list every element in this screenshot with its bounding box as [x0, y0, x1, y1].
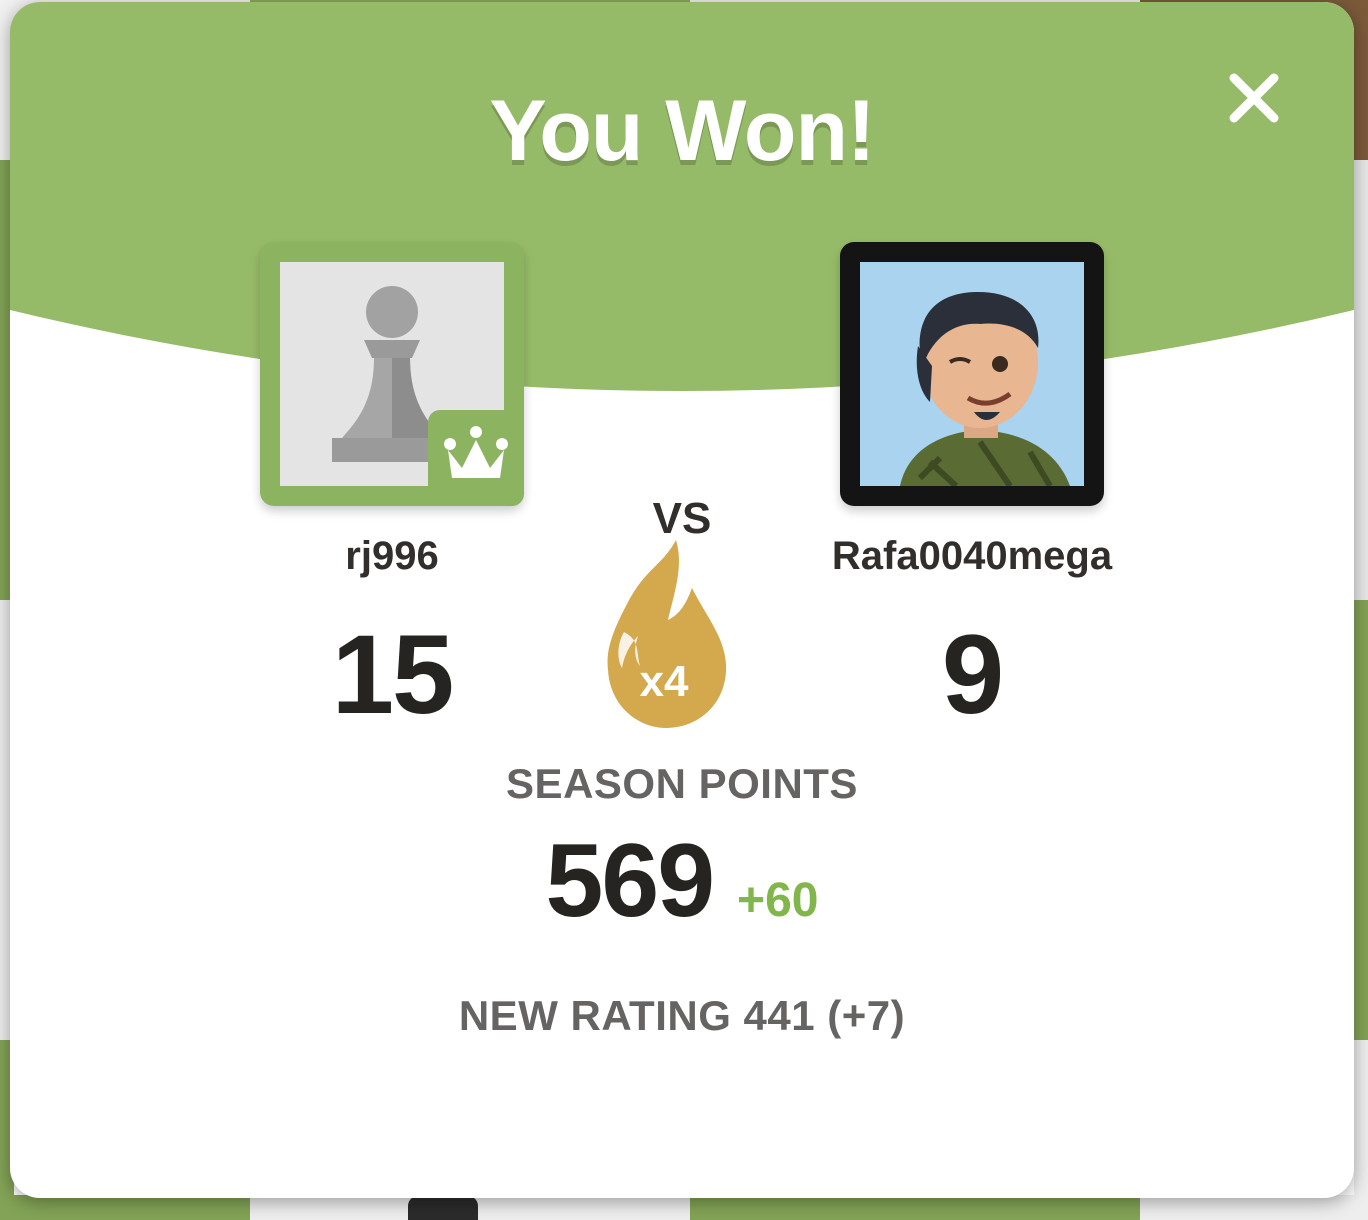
board-square: [690, 1195, 1140, 1220]
player-name[interactable]: rj996: [142, 534, 642, 579]
winner-badge: [428, 410, 524, 506]
game-over-modal: You Won! rj996 15 Rafa0040mega 9 VS x4 S…: [10, 2, 1354, 1198]
streak-multiplier: x4: [639, 657, 689, 706]
crown-icon: [444, 426, 508, 478]
board-square: [1354, 600, 1368, 1040]
season-points-label: SEASON POINTS: [506, 760, 858, 807]
season-points-delta: +60: [737, 874, 819, 927]
close-icon: [1229, 73, 1279, 123]
opponent-avatar: [840, 242, 1104, 506]
chess-piece-icon: [408, 1196, 478, 1220]
season-points-value: 569: [545, 823, 716, 939]
player-score: 15: [331, 612, 455, 737]
user-avatar: [860, 262, 1084, 486]
result-title: You Won!: [489, 83, 875, 179]
close-button[interactable]: [1224, 68, 1284, 128]
opponent-name[interactable]: Rafa0040mega: [722, 534, 1222, 579]
board-square: [1354, 160, 1368, 600]
board-square: [0, 1195, 250, 1220]
new-rating: NEW RATING 441 (+7): [458, 992, 906, 1039]
board-square: [1140, 1195, 1368, 1220]
season-points-row: 569 +60: [10, 822, 1354, 941]
header-background: [10, 2, 1354, 391]
board-square: [1354, 1040, 1368, 1220]
opponent-score: 9: [941, 612, 1004, 737]
player-avatar: [260, 242, 524, 506]
